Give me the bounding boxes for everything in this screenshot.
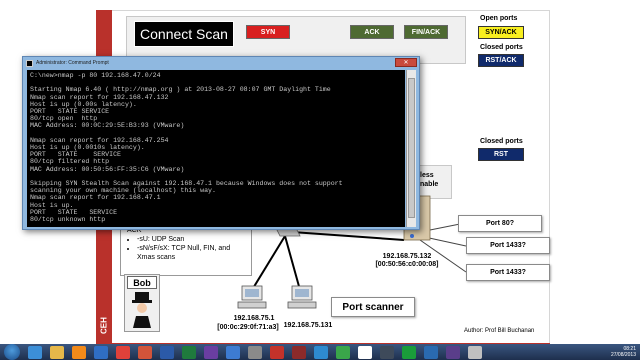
taskbar — [0, 344, 640, 360]
close-button[interactable]: ✕ — [395, 58, 417, 67]
app-icon-17[interactable] — [380, 345, 394, 359]
bob-label: Bob — [127, 276, 157, 289]
notes-item: -sU: UDP Scan — [137, 235, 245, 244]
link-host2 — [284, 235, 301, 291]
media-player-icon[interactable] — [72, 345, 86, 359]
cmd-icon — [26, 59, 33, 67]
visual-studio-icon[interactable] — [204, 345, 218, 359]
app-icon-16[interactable] — [358, 345, 372, 359]
host1-base-icon — [237, 301, 267, 309]
host1-screen-icon — [245, 289, 259, 297]
screen: CEH Connect Scan SYN ACK FIN/ACK Open po… — [0, 0, 640, 360]
author-credit: Author: Prof Bill Buchanan — [464, 328, 535, 334]
console-line: MAC Address: 00:50:56:FF:35:C6 (VMware) — [30, 165, 185, 173]
app-icon-14[interactable] — [314, 345, 328, 359]
notes-item: -sN/sF/sX: TCP Null, FIN, and Xmas scans — [137, 244, 245, 262]
host2-ip: 192.168.75.131 — [283, 322, 333, 329]
outlook-icon[interactable] — [94, 345, 108, 359]
app-icon-15[interactable] — [336, 345, 350, 359]
port-1433-box: Port 1433? — [466, 237, 550, 254]
app-icon-20[interactable] — [446, 345, 460, 359]
filezilla-icon[interactable] — [270, 345, 284, 359]
notes-box: ACK -sU: UDP Scan -sN/sF/sX: TCP Null, F… — [120, 226, 252, 276]
console-line: Nmap scan report for 192.168.47.132 — [30, 93, 169, 101]
console-line: MAC Address: 00:0C:29:5E:B3:93 (VMware) — [30, 122, 185, 130]
console-line: PORT STATE SERVICE — [30, 208, 118, 216]
console-line: Skipping SYN Stealth Scan against 192.16… — [30, 180, 343, 188]
command-prompt-window[interactable]: Administrator: Command Prompt ✕ C:\new>n… — [22, 56, 420, 230]
port-80-box: Port 80? — [458, 215, 542, 232]
word-icon[interactable] — [160, 345, 174, 359]
link-server — [291, 231, 405, 241]
scrollbar[interactable] — [406, 70, 416, 227]
ie-icon[interactable] — [28, 345, 42, 359]
start-button[interactable] — [4, 344, 20, 360]
console-line: Host is up (0.00s latency). — [30, 100, 137, 108]
console-line: scanning your own machine (localhost) th… — [30, 187, 216, 195]
console-line: Host is up (0.0010s latency). — [30, 144, 145, 152]
window-titlebar[interactable]: Administrator: Command Prompt ✕ — [23, 57, 419, 69]
scrollbar-thumb[interactable] — [408, 78, 415, 218]
console-line: PORT STATE SERVICE — [30, 151, 122, 159]
bob-avatar-icon — [132, 292, 152, 328]
excel-icon[interactable] — [182, 345, 196, 359]
app-icon-10[interactable] — [226, 345, 240, 359]
notes-list: -sU: UDP Scan -sN/sF/sX: TCP Null, FIN, … — [127, 235, 245, 262]
explorer-icon[interactable] — [50, 345, 64, 359]
port-1433-box-2: Port 1433? — [466, 264, 550, 281]
console-line: Starting Nmap 6.40 ( http://nmap.org ) a… — [30, 86, 331, 94]
port-scanner-label: Port scanner — [331, 297, 415, 317]
host2-screen-icon — [295, 289, 309, 297]
console-line: Nmap scan report for 192.168.47.1 — [30, 194, 161, 202]
server-led-icon — [410, 234, 414, 238]
powerpoint-icon[interactable] — [138, 345, 152, 359]
console-line: C:\new>nmap -p 80 192.168.47.0/24 — [30, 72, 161, 79]
console-line: 80/tcp filtered http — [30, 158, 110, 166]
chrome-icon[interactable] — [116, 345, 130, 359]
console-line: Host is up. — [30, 201, 74, 209]
app-icon-19[interactable] — [424, 345, 438, 359]
app-icon-18[interactable] — [402, 345, 416, 359]
window-title: Administrator: Command Prompt — [36, 60, 109, 66]
console-output[interactable]: C:\new>nmap -p 80 192.168.47.0/24 Starti… — [27, 70, 405, 227]
clock-date: 27/08/2013 — [610, 352, 636, 358]
console-line: PORT STATE SERVICE — [30, 108, 110, 116]
link-host1 — [251, 235, 286, 291]
app-icon-11[interactable] — [248, 345, 262, 359]
console-line: Nmap scan report for 192.168.47.254 — [30, 136, 169, 144]
console-line: 80/tcp open http — [30, 115, 98, 123]
server-mac: [00:50:56:c0:00:08] — [375, 261, 439, 268]
app-icon-21[interactable] — [468, 345, 482, 359]
server-ip: 192.168.75.132 — [382, 253, 432, 260]
host2-base-icon — [287, 301, 317, 309]
app-icon-13[interactable] — [292, 345, 306, 359]
console-line: 80/tcp unknown http — [30, 216, 106, 224]
system-tray: 08:21 27/08/2013 — [611, 346, 636, 358]
